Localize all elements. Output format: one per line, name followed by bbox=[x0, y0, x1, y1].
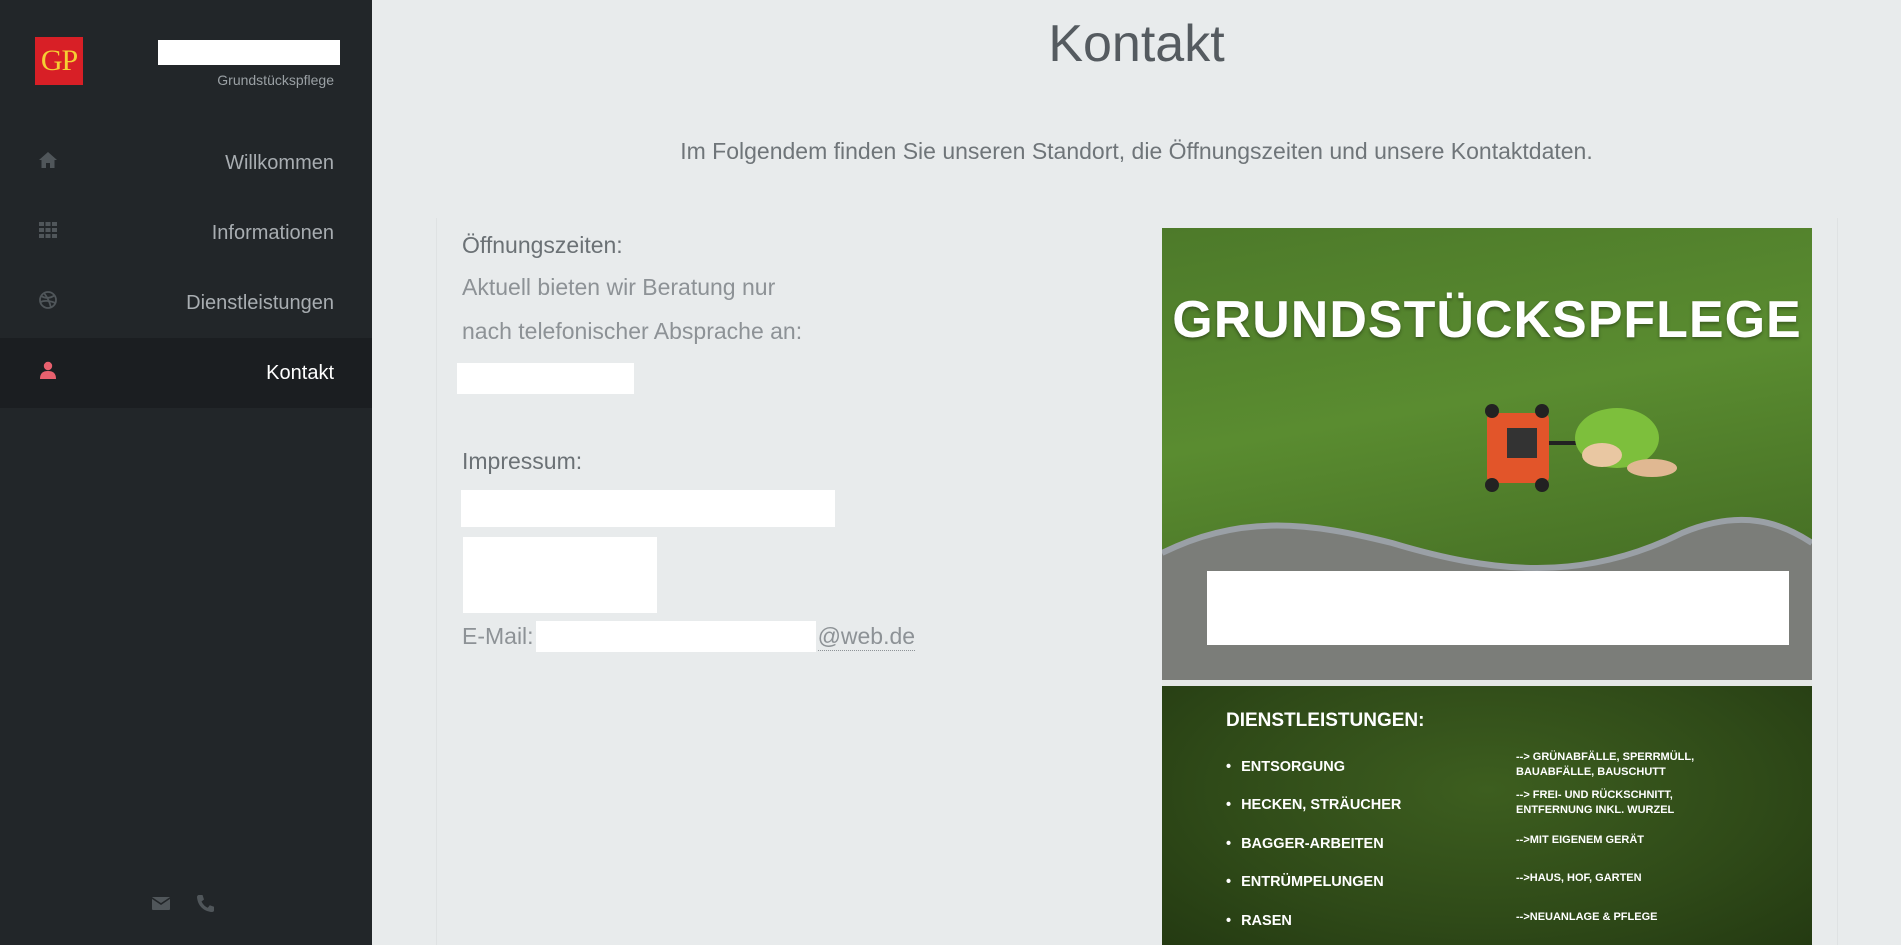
nav-item-informationen[interactable]: Informationen bbox=[0, 198, 372, 268]
flyer-image: GRUNDSTÜCKSPFLEGE DIENSTLEISTUNGEN: ENTS… bbox=[1162, 228, 1812, 945]
home-icon bbox=[39, 152, 57, 168]
flyer-services: DIENSTLEISTUNGEN: ENTSORGUNG --> GRÜNABF… bbox=[1162, 686, 1812, 945]
email-user-redacted bbox=[535, 621, 816, 652]
service-name: BAGGER-ARBEITEN bbox=[1226, 833, 1384, 855]
opening-hours-line-2: nach telefonischer Absprache an: bbox=[462, 318, 803, 344]
opening-hours-line-1: Aktuell bieten wir Beratung nur bbox=[462, 274, 776, 300]
email-link[interactable]: @web.de bbox=[817, 623, 916, 651]
grid-icon bbox=[39, 222, 57, 238]
service-description: --> FREI- UND RÜCKSCHNITT, ENTFERNUNG IN… bbox=[1516, 789, 1675, 816]
nav-label: Willkommen bbox=[225, 151, 334, 174]
impressum-label: Impressum: bbox=[462, 448, 583, 474]
service-row: BAGGER-ARBEITEN -->MIT EIGENEM GERÄT bbox=[1226, 833, 1786, 871]
service-description: -->HAUS, HOF, GARTEN bbox=[1516, 872, 1642, 884]
user-icon bbox=[40, 361, 56, 379]
flyer-contact-redacted bbox=[1207, 571, 1789, 645]
service-name: RASEN bbox=[1226, 910, 1292, 932]
brand-name-redacted bbox=[158, 40, 340, 65]
nav-label: Informationen bbox=[211, 221, 334, 244]
brand-subtitle: Grundstückspflege bbox=[217, 72, 334, 88]
page-title: Kontakt bbox=[1048, 15, 1225, 73]
phone-icon[interactable] bbox=[194, 893, 216, 913]
page-intro: Im Folgendem finden Sie unseren Standort… bbox=[680, 138, 1593, 164]
envelope-icon[interactable] bbox=[150, 893, 172, 913]
impressum-name-redacted bbox=[461, 490, 835, 527]
flyer-title: GRUNDSTÜCKSPFLEGE bbox=[1172, 291, 1802, 349]
service-row: HECKEN, STRÄUCHER --> FREI- UND RÜCKSCHN… bbox=[1226, 789, 1786, 832]
impressum-address-redacted bbox=[463, 537, 657, 613]
service-description: -->MIT EIGENEM GERÄT bbox=[1516, 834, 1645, 846]
main-nav: Willkommen Informationen Dienstleistunge… bbox=[0, 128, 372, 408]
logo[interactable]: GP bbox=[35, 37, 83, 85]
sidebar-contact-icons bbox=[150, 893, 216, 913]
nav-label: Dienstleistungen bbox=[186, 291, 334, 314]
services-heading: DIENSTLEISTUNGEN: bbox=[1226, 710, 1425, 731]
lawnmower-person-illustration bbox=[1485, 404, 1677, 492]
email-line: E-Mail: @web.de bbox=[462, 620, 916, 653]
opening-hours-label: Öffnungszeiten: bbox=[462, 232, 623, 258]
email-label: E-Mail: bbox=[462, 623, 534, 649]
service-description: -->NEUANLAGE & PFLEGE bbox=[1516, 911, 1658, 923]
nav-label: Kontakt bbox=[266, 361, 334, 384]
phone-number-redacted bbox=[457, 363, 634, 394]
service-row: RASEN -->NEUANLAGE & PFLEGE bbox=[1226, 910, 1786, 945]
service-description: --> GRÜNABFÄLLE, SPERRMÜLL, BAUABFÄLLE, … bbox=[1516, 751, 1695, 778]
service-row: ENTRÜMPELUNGEN -->HAUS, HOF, GARTEN bbox=[1226, 871, 1786, 909]
nav-item-kontakt[interactable]: Kontakt bbox=[0, 338, 372, 408]
nav-item-willkommen[interactable]: Willkommen bbox=[0, 128, 372, 198]
service-name: HECKEN, STRÄUCHER bbox=[1226, 794, 1401, 816]
nav-item-dienstleistungen[interactable]: Dienstleistungen bbox=[0, 268, 372, 338]
main-content: Kontakt Im Folgendem finden Sie unseren … bbox=[372, 0, 1901, 945]
sidebar: GP Grundstückspflege Willkommen Informat… bbox=[0, 0, 372, 945]
service-name: ENTRÜMPELUNGEN bbox=[1226, 871, 1384, 893]
service-name: ENTSORGUNG bbox=[1226, 756, 1345, 778]
dribbble-icon bbox=[39, 291, 57, 309]
flyer-lawn-photo: GRUNDSTÜCKSPFLEGE bbox=[1162, 228, 1812, 680]
